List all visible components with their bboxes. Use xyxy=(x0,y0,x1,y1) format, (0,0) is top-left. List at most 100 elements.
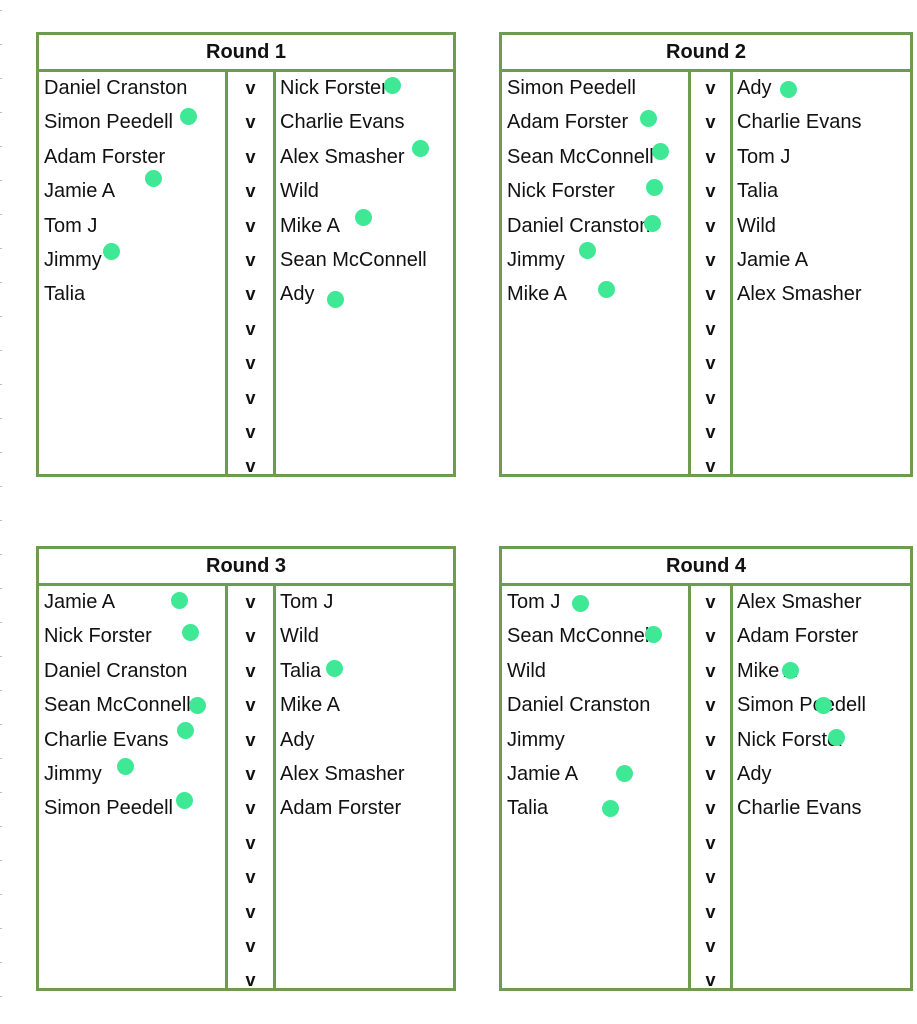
winner-dot xyxy=(828,729,845,746)
winner-dot xyxy=(602,800,619,817)
versus-label: v xyxy=(705,764,716,784)
empty-match-row: v xyxy=(502,895,910,929)
right-player: Ady xyxy=(280,283,315,306)
versus-label: v xyxy=(705,284,716,305)
versus-label: v xyxy=(245,936,256,956)
versus-label: v xyxy=(245,798,256,819)
match-row: Jamie A v Wild xyxy=(39,174,453,208)
page-edge-ticks xyxy=(0,0,3,1024)
match-row: Sean McConnell v Tom J xyxy=(502,140,910,174)
empty-match-row: v xyxy=(502,449,910,483)
match-row: Daniel Cranston v Wild xyxy=(502,209,910,243)
versus-label: v xyxy=(705,387,716,408)
right-player: Adam Forster xyxy=(280,797,402,820)
match-row: Jimmy v Jamie A xyxy=(502,243,910,277)
round-title: Round 3 xyxy=(39,549,453,586)
winner-dot xyxy=(384,77,401,94)
round-table: Round 3 Jamie A v Tom J Nick Forster v Wild Dan… xyxy=(36,546,456,991)
winner-dot xyxy=(189,697,206,714)
versus-label: v xyxy=(705,936,716,956)
left-player: Charlie Evans xyxy=(44,728,169,751)
versus-label: v xyxy=(245,422,256,442)
right-player: Mike A xyxy=(280,214,341,237)
left-player: Sean McConnell xyxy=(507,145,654,168)
left-player: Nick Forster xyxy=(507,180,615,203)
winner-dot xyxy=(117,758,134,775)
winner-dot xyxy=(652,143,669,160)
empty-match-row: v xyxy=(39,963,453,997)
winner-dot xyxy=(815,697,832,714)
versus-label: v xyxy=(705,353,716,374)
left-player: Talia xyxy=(44,283,86,306)
left-player: Sean McConnell xyxy=(44,694,191,717)
left-player: Simon Peedell xyxy=(507,77,636,99)
versus-label: v xyxy=(245,626,256,647)
right-player: Alex Smasher xyxy=(737,283,862,306)
versus-label: v xyxy=(705,970,716,991)
match-row: Mike A v Alex Smasher xyxy=(502,277,910,311)
match-row: Daniel Cranston v Talia xyxy=(39,654,453,688)
versus-label: v xyxy=(245,764,256,784)
right-player: Ady xyxy=(280,728,315,751)
left-player: Sean McConnell xyxy=(507,625,654,648)
winner-dot xyxy=(412,140,429,157)
match-row: Adam Forster v Charlie Evans xyxy=(502,105,910,139)
left-player: Tom J xyxy=(507,591,561,613)
match-row: Simon Peedell v Charlie Evans xyxy=(39,105,453,139)
left-player: Jimmy xyxy=(507,249,565,271)
match-row: Nick Forster v Wild xyxy=(39,619,453,653)
match-row: Simon Peedell v Adam Forster xyxy=(39,791,453,825)
left-player: Jamie A xyxy=(507,763,579,785)
empty-match-row: v xyxy=(502,312,910,346)
match-row: Sean McConnell v Mike A xyxy=(39,688,453,722)
right-player: Tom J xyxy=(280,591,334,613)
empty-match-row: v xyxy=(502,929,910,963)
empty-match-row: v xyxy=(39,312,453,346)
winner-dot xyxy=(598,281,615,298)
versus-label: v xyxy=(705,422,716,442)
right-player: Sean McConnell xyxy=(280,249,427,271)
winner-dot xyxy=(579,242,596,259)
versus-label: v xyxy=(245,215,256,236)
versus-label: v xyxy=(245,592,256,612)
left-player: Simon Peedell xyxy=(44,797,173,820)
versus-label: v xyxy=(705,867,716,888)
versus-label: v xyxy=(705,832,716,853)
right-player: Charlie Evans xyxy=(280,111,405,134)
versus-label: v xyxy=(705,318,716,339)
versus-label: v xyxy=(705,112,716,133)
winner-dot xyxy=(177,722,194,739)
right-player: Charlie Evans xyxy=(737,797,862,820)
versus-label: v xyxy=(245,729,256,750)
versus-label: v xyxy=(705,695,716,716)
winner-dot xyxy=(176,792,193,809)
match-row: Jimmy v Sean McConnell xyxy=(39,243,453,277)
left-player: Adam Forster xyxy=(507,111,629,134)
right-player: Alex Smasher xyxy=(737,591,862,613)
left-player: Simon Peedell xyxy=(44,111,173,134)
right-player: Wild xyxy=(737,214,776,237)
right-player: Ady xyxy=(737,77,772,99)
left-player: Jimmy xyxy=(507,728,565,751)
match-row: Jimmy v Alex Smasher xyxy=(39,757,453,791)
right-player: Wild xyxy=(280,180,319,203)
versus-label: v xyxy=(245,901,256,922)
versus-label: v xyxy=(245,181,256,202)
versus-label: v xyxy=(705,250,716,270)
round-title: Round 4 xyxy=(502,549,910,586)
winner-dot xyxy=(326,660,343,677)
right-player: Talia xyxy=(280,659,322,682)
winner-dot xyxy=(145,170,162,187)
versus-label: v xyxy=(245,284,256,305)
winner-dot xyxy=(103,243,120,260)
versus-label: v xyxy=(245,78,256,98)
versus-label: v xyxy=(245,250,256,270)
round-title: Round 2 xyxy=(502,35,910,72)
versus-label: v xyxy=(245,456,256,477)
versus-label: v xyxy=(705,660,716,681)
versus-label: v xyxy=(245,318,256,339)
empty-match-row: v xyxy=(39,860,453,894)
round-table: Round 1 Daniel Cranston v Nick Forster Simon… xyxy=(36,32,456,477)
versus-label: v xyxy=(245,832,256,853)
match-row: Adam Forster v Alex Smasher xyxy=(39,140,453,174)
